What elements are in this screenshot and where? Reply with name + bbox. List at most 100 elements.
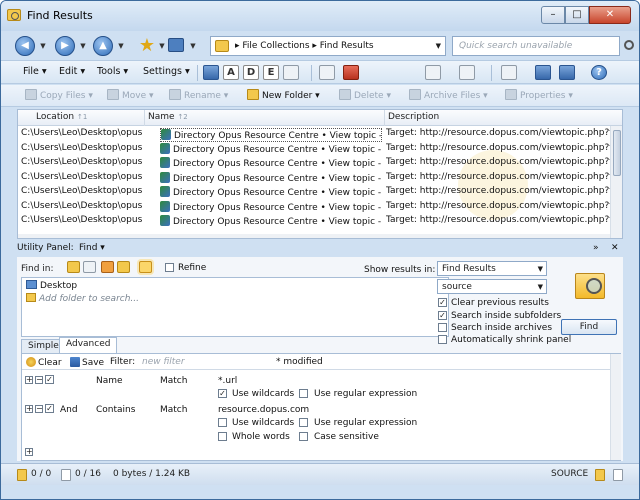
- path-e-icon[interactable]: E: [263, 65, 279, 80]
- add-folder-icon[interactable]: [67, 261, 80, 273]
- search-subfolders-checkbox[interactable]: ✓: [438, 311, 447, 320]
- tab-advanced[interactable]: Advanced: [59, 337, 118, 353]
- criterion-operator[interactable]: Match: [160, 405, 187, 415]
- collapse-panel-icon[interactable]: »: [593, 243, 599, 253]
- computer-dropdown-icon[interactable]: ▼: [189, 41, 197, 51]
- use-wildcards-checkbox[interactable]: [218, 418, 227, 427]
- clear-button[interactable]: Clear: [26, 357, 62, 368]
- edit-view-icon[interactable]: [459, 65, 475, 80]
- menu-edit[interactable]: Edit ▾: [59, 66, 85, 77]
- search-folder-list[interactable]: Desktop Add folder to search...: [21, 277, 449, 337]
- column-divider[interactable]: [144, 110, 145, 126]
- favorites-star-icon[interactable]: ★: [137, 36, 157, 56]
- criteria-scrollbar[interactable]: [610, 354, 621, 460]
- criterion-value-input[interactable]: resource.dopus.com: [218, 405, 309, 415]
- table-row[interactable]: C:\Users\Leo\Desktop\opus Directory Opus…: [18, 214, 610, 229]
- back-dropdown-icon[interactable]: ▼: [39, 41, 47, 51]
- criterion-field[interactable]: Contains: [96, 405, 135, 415]
- copy-files-button[interactable]: Copy Files ▾: [25, 89, 93, 101]
- favorites-dropdown-icon[interactable]: ▼: [158, 41, 166, 51]
- breadcrumb[interactable]: ▸ File Collections ▸ Find Results: [235, 41, 374, 51]
- rename-button[interactable]: Rename ▾: [169, 89, 228, 101]
- use-regex-checkbox[interactable]: [299, 418, 308, 427]
- up-dropdown-icon[interactable]: ▼: [117, 41, 125, 51]
- tree-icon[interactable]: [535, 65, 551, 80]
- search-criteria-editor[interactable]: Clear Save Filter: new filter * modified…: [21, 353, 621, 461]
- vertical-scrollbar[interactable]: [610, 126, 622, 238]
- remove-folder-icon[interactable]: [117, 261, 130, 273]
- tools-icon[interactable]: [319, 65, 335, 80]
- use-wildcards-checkbox[interactable]: ✓: [218, 389, 227, 398]
- up-arrow-icon[interactable]: ▲: [93, 36, 113, 56]
- column-location[interactable]: Location ↑1: [36, 112, 87, 122]
- column-divider[interactable]: [384, 110, 385, 126]
- quick-search-input[interactable]: Quick search unavailable: [452, 36, 620, 56]
- criterion-enabled-checkbox[interactable]: ✓: [45, 404, 54, 413]
- table-row[interactable]: C:\Users\Leo\Desktop\opus Directory Opus…: [18, 185, 610, 200]
- remove-criterion-button[interactable]: −: [35, 405, 43, 413]
- criterion-field[interactable]: Name: [96, 376, 123, 386]
- horizontal-scrollbar[interactable]: [18, 234, 610, 238]
- add-criterion-button[interactable]: +: [25, 405, 33, 413]
- maximize-button[interactable]: □: [565, 6, 589, 24]
- folder-options-icon[interactable]: [83, 261, 96, 273]
- add-folder-placeholder[interactable]: Add folder to search...: [26, 293, 139, 304]
- table-row[interactable]: C:\Users\Leo\Desktop\opus Directory Opus…: [18, 142, 610, 157]
- search-icon[interactable]: [624, 40, 634, 50]
- computer-icon[interactable]: [168, 38, 184, 52]
- properties-button[interactable]: Properties ▾: [505, 89, 573, 101]
- menu-settings[interactable]: Settings ▾: [143, 66, 190, 77]
- details-view-icon[interactable]: [425, 65, 441, 80]
- criterion-enabled-checkbox[interactable]: ✓: [45, 375, 54, 384]
- filter-input[interactable]: new filter: [142, 357, 185, 367]
- network-icon[interactable]: [283, 65, 299, 80]
- find-button[interactable]: Find: [561, 319, 617, 335]
- results-target-select[interactable]: Find Results ▼: [437, 261, 547, 276]
- clear-previous-results-checkbox[interactable]: ✓: [438, 298, 447, 307]
- use-regex-checkbox[interactable]: [299, 389, 308, 398]
- viewer-icon[interactable]: [559, 65, 575, 80]
- file-list[interactable]: Location ↑1 Name ↑2 Description C:\Users…: [17, 109, 623, 239]
- remove-criterion-button[interactable]: −: [35, 376, 43, 384]
- forward-arrow-icon[interactable]: ▶: [55, 36, 75, 56]
- dual-pane-icon[interactable]: [501, 65, 517, 80]
- close-button[interactable]: ✕: [589, 6, 631, 24]
- menu-file[interactable]: File ▾: [23, 66, 47, 77]
- case-sensitive-checkbox[interactable]: [299, 432, 308, 441]
- table-row[interactable]: C:\Users\Leo\Desktop\opus Directory Opus…: [18, 171, 610, 186]
- title-bar[interactable]: Find Results – □ ✕: [1, 1, 639, 31]
- shrink-panel-checkbox[interactable]: [438, 335, 447, 344]
- table-row[interactable]: C:\Users\Leo\Desktop\opus Directory Opus…: [18, 127, 610, 142]
- minimize-button[interactable]: –: [541, 6, 565, 24]
- column-name[interactable]: Name ↑2: [148, 112, 188, 122]
- browse-folder-icon[interactable]: [101, 261, 114, 273]
- move-button[interactable]: Move ▾: [107, 89, 154, 101]
- back-arrow-icon[interactable]: ◀: [15, 36, 35, 56]
- path-dropdown-icon[interactable]: ▼: [436, 42, 441, 50]
- table-row[interactable]: C:\Users\Leo\Desktop\opus Directory Opus…: [18, 200, 610, 215]
- help-icon[interactable]: ?: [591, 65, 607, 80]
- location-path-field[interactable]: ▸ File Collections ▸ Find Results ▼: [210, 36, 446, 56]
- new-folder-button[interactable]: New Folder ▾: [247, 89, 320, 101]
- current-folder-icon[interactable]: [139, 261, 152, 273]
- refine-checkbox[interactable]: [165, 263, 174, 272]
- add-criterion-button[interactable]: +: [25, 448, 33, 456]
- scrollbar-thumb[interactable]: [613, 130, 621, 176]
- layout-icon[interactable]: [343, 65, 359, 80]
- resize-grip-icon[interactable]: [613, 469, 623, 481]
- criterion-operator[interactable]: Match: [160, 376, 187, 386]
- delete-button[interactable]: Delete ▾: [339, 89, 391, 101]
- source-select[interactable]: source ▼: [437, 279, 547, 294]
- path-d-icon[interactable]: D: [243, 65, 259, 80]
- criterion-logic[interactable]: And: [60, 405, 78, 415]
- whole-words-checkbox[interactable]: [218, 432, 227, 441]
- table-row[interactable]: C:\Users\Leo\Desktop\opus Directory Opus…: [18, 156, 610, 171]
- search-archives-checkbox[interactable]: [438, 323, 447, 332]
- close-panel-icon[interactable]: ✕: [611, 243, 619, 253]
- menu-tools[interactable]: Tools ▾: [97, 66, 128, 77]
- add-criterion-button[interactable]: +: [25, 376, 33, 384]
- criterion-value-input[interactable]: *.url: [218, 376, 237, 386]
- path-a-icon[interactable]: A: [223, 65, 239, 80]
- folder-item-desktop[interactable]: Desktop: [26, 280, 77, 291]
- save-button[interactable]: Save: [70, 357, 104, 368]
